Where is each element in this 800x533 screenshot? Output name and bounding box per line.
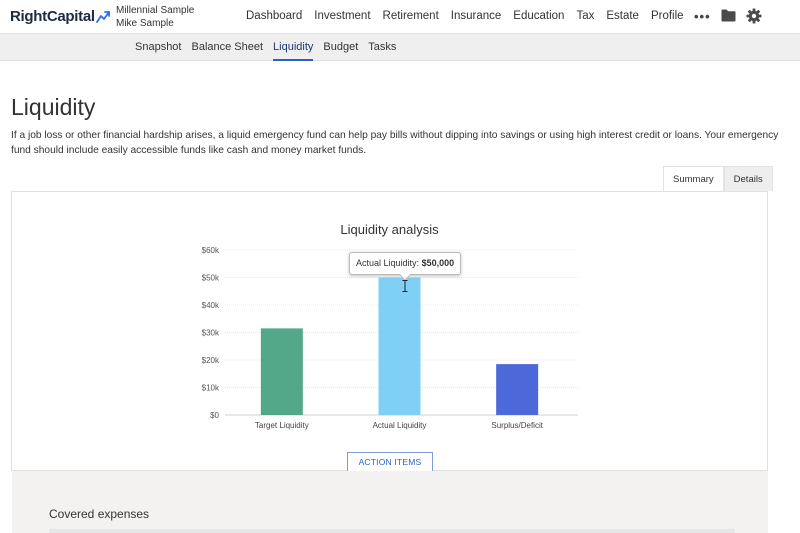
- subnav-liquidity[interactable]: Liquidity: [268, 34, 318, 61]
- section-divider: [49, 529, 735, 533]
- action-items-button[interactable]: ACTION ITEMS: [347, 452, 433, 472]
- chart-tooltip: Actual Liquidity: $50,000: [349, 252, 462, 275]
- logo-text: RightCapital: [10, 8, 95, 25]
- y-tick-label: $50k: [202, 274, 220, 283]
- tooltip-label: Actual Liquidity:: [356, 258, 420, 268]
- bar-actual-liquidity: [378, 277, 421, 415]
- tab-details[interactable]: Details: [723, 166, 773, 191]
- gear-icon[interactable]: [746, 8, 762, 29]
- bar-target-liquidity: [260, 328, 303, 415]
- y-tick-label: $0: [210, 411, 219, 420]
- more-icon[interactable]: •••: [694, 9, 711, 24]
- logo-arrow-icon: [95, 10, 110, 23]
- client-name-secondary: Mike Sample: [116, 18, 174, 29]
- y-tick-label: $60k: [202, 246, 220, 255]
- logo[interactable]: RightCapital: [10, 8, 110, 25]
- covered-expenses-section: Covered expenses: [12, 471, 768, 533]
- subnav-snapshot[interactable]: Snapshot: [130, 34, 186, 61]
- liquidity-chart: $0 $10k $20k $30k $40k $50k $60k Target Liquidi…: [202, 246, 578, 430]
- y-tick-label: $30k: [202, 329, 220, 338]
- nav-retirement[interactable]: Retirement: [377, 0, 445, 34]
- page-description: If a job loss or other financial hardshi…: [11, 130, 779, 156]
- tab-summary[interactable]: Summary: [663, 166, 724, 191]
- client-names[interactable]: Millennial Sample Mike Sample: [116, 4, 194, 30]
- covered-expenses-title: Covered expenses: [49, 507, 150, 521]
- bar-surplus-deficit: [496, 364, 539, 415]
- client-name-primary: Millennial Sample: [116, 5, 195, 16]
- x-tick-label: Actual Liquidity: [373, 421, 427, 430]
- y-tick-label: $40k: [202, 301, 220, 310]
- subnav-balance-sheet[interactable]: Balance Sheet: [186, 34, 268, 61]
- nav-tax[interactable]: Tax: [570, 0, 600, 34]
- top-navigation-bar: RightCapital Millennial Sample Mike Samp…: [0, 0, 800, 34]
- nav-profile[interactable]: Profile: [645, 0, 690, 34]
- y-tick-label: $10k: [202, 384, 220, 393]
- page-title: Liquidity: [11, 94, 96, 120]
- nav-insurance[interactable]: Insurance: [445, 0, 508, 34]
- nav-dashboard[interactable]: Dashboard: [240, 0, 308, 34]
- text-cursor-icon: [402, 280, 408, 292]
- nav-investment[interactable]: Investment: [308, 0, 376, 34]
- x-tick-label: Target Liquidity: [255, 421, 309, 430]
- subnav-budget[interactable]: Budget: [318, 34, 363, 61]
- main-nav: Dashboard Investment Retirement Insuranc…: [240, 0, 690, 34]
- folder-icon[interactable]: [721, 9, 736, 27]
- subnav-tasks[interactable]: Tasks: [363, 34, 401, 61]
- chart-panel: Liquidity analysis $0 $10k $20k $30k $40k $50…: [11, 191, 768, 472]
- view-tabs: Summary Details: [663, 166, 773, 191]
- sub-nav: Snapshot Balance Sheet Liquidity Budget …: [130, 34, 401, 61]
- tooltip-value: $50,000: [421, 258, 455, 268]
- nav-estate[interactable]: Estate: [600, 0, 645, 34]
- sub-navigation-bar: Snapshot Balance Sheet Liquidity Budget …: [0, 34, 800, 61]
- nav-education[interactable]: Education: [507, 0, 570, 34]
- x-tick-label: Surplus/Deficit: [491, 421, 543, 430]
- y-tick-label: $20k: [202, 356, 220, 365]
